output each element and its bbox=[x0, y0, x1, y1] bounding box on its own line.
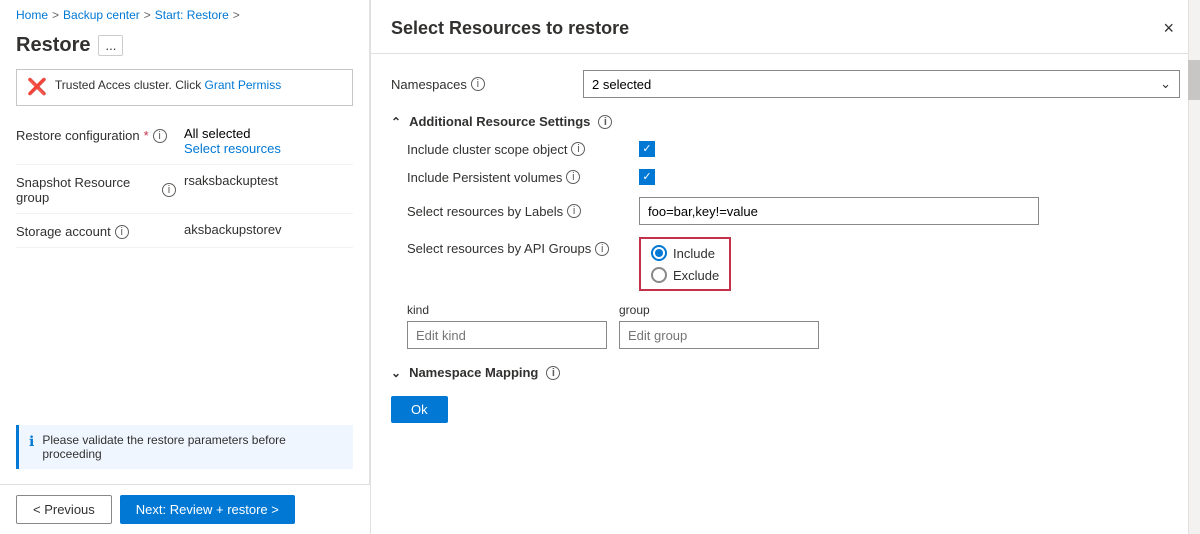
snapshot-rg-value: rsaksbackuptest bbox=[184, 173, 278, 188]
select-by-labels-input[interactable] bbox=[639, 197, 1039, 225]
left-panel: Home > Backup center > Start: Restore > … bbox=[0, 0, 370, 534]
radio-include-button[interactable] bbox=[651, 245, 667, 261]
include-cluster-scope-info-icon[interactable]: i bbox=[571, 142, 585, 156]
info-bar: ℹ Please validate the restore parameters… bbox=[16, 425, 353, 469]
warning-box: ❌ Trusted Acces cluster. Click Grant Per… bbox=[16, 69, 353, 106]
namespaces-row: Namespaces i 2 selected ⌄ bbox=[391, 70, 1180, 98]
include-persistent-volumes-checkbox[interactable] bbox=[639, 169, 655, 185]
namespaces-info-icon[interactable]: i bbox=[471, 77, 485, 91]
grant-permission-link[interactable]: Grant Permiss bbox=[205, 78, 282, 92]
storage-account-row: Storage account i aksbackupstorev bbox=[16, 214, 353, 248]
more-options-button[interactable]: ... bbox=[98, 35, 123, 56]
kind-input[interactable] bbox=[407, 321, 607, 349]
radio-exclude-button[interactable] bbox=[651, 267, 667, 283]
additional-settings-info-icon[interactable]: i bbox=[598, 115, 612, 129]
ns-mapping-collapse-icon: ⌄ bbox=[391, 366, 401, 380]
namespace-mapping-info-icon[interactable]: i bbox=[546, 366, 560, 380]
info-bar-icon: ℹ bbox=[29, 433, 34, 450]
api-groups-radio-group: Include Exclude bbox=[639, 237, 731, 291]
select-by-labels-info-icon[interactable]: i bbox=[567, 204, 581, 218]
namespaces-dropdown-arrow: ⌄ bbox=[1160, 76, 1171, 92]
select-by-labels-row: Select resources by Labels i bbox=[407, 197, 1180, 225]
restore-config-row: Restore configuration * i All selected S… bbox=[16, 118, 353, 165]
restore-config-label: Restore configuration * i bbox=[16, 126, 176, 143]
breadcrumb-backup-center[interactable]: Backup center bbox=[63, 8, 140, 22]
include-persistent-volumes-label: Include Persistent volumes i bbox=[407, 170, 627, 185]
group-label: group bbox=[619, 303, 819, 317]
form-section: Restore configuration * i All selected S… bbox=[0, 118, 369, 413]
restore-config-value: All selected Select resources bbox=[184, 126, 281, 156]
snapshot-rg-label: Snapshot Resource group i bbox=[16, 173, 176, 205]
breadcrumb-sep1: > bbox=[52, 8, 59, 22]
storage-account-value: aksbackupstorev bbox=[184, 222, 282, 237]
snapshot-rg-row: Snapshot Resource group i rsaksbackuptes… bbox=[16, 165, 353, 214]
storage-account-label: Storage account i bbox=[16, 222, 176, 239]
select-by-api-groups-label: Select resources by API Groups i bbox=[407, 237, 627, 256]
breadcrumb-start-restore[interactable]: Start: Restore bbox=[155, 8, 229, 22]
namespace-mapping-header[interactable]: ⌄ Namespace Mapping i bbox=[391, 365, 1180, 380]
select-by-api-groups-row: Select resources by API Groups i Include bbox=[407, 237, 1180, 291]
select-resources-link[interactable]: Select resources bbox=[184, 141, 281, 156]
radio-group: Include Exclude bbox=[651, 245, 719, 283]
restore-config-info-icon[interactable]: i bbox=[153, 129, 167, 143]
radio-highlight-box: Include Exclude bbox=[639, 237, 731, 291]
kind-group-row: kind group bbox=[407, 303, 1180, 349]
select-by-labels-label: Select resources by Labels i bbox=[407, 204, 627, 219]
next-button[interactable]: Next: Review + restore > bbox=[120, 495, 295, 524]
select-by-api-groups-info-icon[interactable]: i bbox=[595, 242, 609, 256]
scrollbar[interactable] bbox=[1188, 0, 1200, 534]
snapshot-rg-info-icon[interactable]: i bbox=[162, 183, 176, 197]
collapse-icon: ⌃ bbox=[391, 115, 401, 129]
breadcrumb-sep3: > bbox=[233, 8, 240, 22]
resource-settings: Include cluster scope object i Include P… bbox=[391, 141, 1180, 349]
kind-label: kind bbox=[407, 303, 607, 317]
namespaces-value: 2 selected bbox=[592, 77, 651, 92]
modal-title: Select Resources to restore bbox=[391, 18, 629, 39]
breadcrumb: Home > Backup center > Start: Restore > bbox=[0, 0, 369, 30]
group-input[interactable] bbox=[619, 321, 819, 349]
scroll-thumb[interactable] bbox=[1188, 60, 1200, 100]
radio-include-item[interactable]: Include bbox=[651, 245, 719, 261]
ok-button[interactable]: Ok bbox=[391, 396, 448, 423]
modal-panel: Select Resources to restore × Namespaces… bbox=[370, 0, 1200, 534]
group-col: group bbox=[619, 303, 819, 349]
radio-exclude-label: Exclude bbox=[673, 268, 719, 283]
include-cluster-scope-label: Include cluster scope object i bbox=[407, 142, 627, 157]
namespaces-dropdown[interactable]: 2 selected ⌄ bbox=[583, 70, 1180, 98]
include-persistent-volumes-info-icon[interactable]: i bbox=[566, 170, 580, 184]
close-modal-button[interactable]: × bbox=[1157, 16, 1180, 41]
breadcrumb-home[interactable]: Home bbox=[16, 8, 48, 22]
warning-text: Trusted Acces cluster. Click Grant Permi… bbox=[55, 78, 281, 97]
namespaces-label: Namespaces i bbox=[391, 77, 571, 92]
modal-header: Select Resources to restore × bbox=[371, 0, 1200, 54]
include-persistent-volumes-row: Include Persistent volumes i bbox=[407, 169, 1180, 185]
additional-settings-label: Additional Resource Settings bbox=[409, 114, 590, 129]
breadcrumb-sep2: > bbox=[144, 8, 151, 22]
previous-button[interactable]: < Previous bbox=[16, 495, 112, 524]
kind-col: kind bbox=[407, 303, 607, 349]
page-title-row: Restore ... bbox=[0, 30, 369, 69]
include-cluster-scope-row: Include cluster scope object i bbox=[407, 141, 1180, 157]
modal-body: Namespaces i 2 selected ⌄ ⌃ Additional R… bbox=[371, 54, 1200, 534]
page-title: Restore bbox=[16, 34, 90, 57]
include-cluster-scope-checkbox[interactable] bbox=[639, 141, 655, 157]
warning-icon: ❌ bbox=[27, 78, 47, 97]
info-bar-text: Please validate the restore parameters b… bbox=[42, 433, 343, 461]
additional-settings-header[interactable]: ⌃ Additional Resource Settings i bbox=[391, 114, 1180, 129]
radio-exclude-item[interactable]: Exclude bbox=[651, 267, 719, 283]
radio-include-label: Include bbox=[673, 246, 715, 261]
namespace-mapping-label: Namespace Mapping bbox=[409, 365, 538, 380]
bottom-nav: < Previous Next: Review + restore > bbox=[0, 484, 370, 534]
storage-account-info-icon[interactable]: i bbox=[115, 225, 129, 239]
